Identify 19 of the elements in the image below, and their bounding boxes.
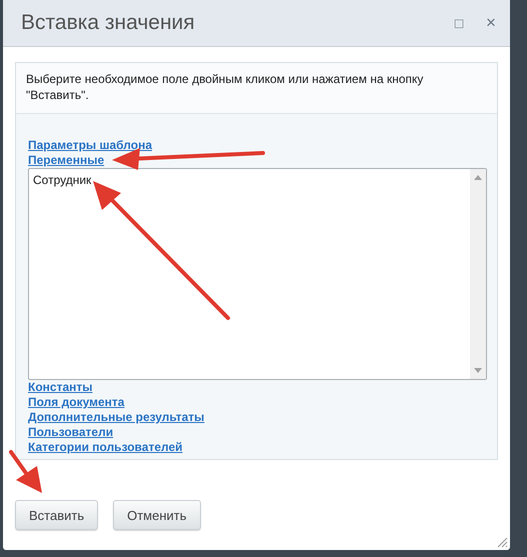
list-item[interactable]: Сотрудник: [33, 173, 466, 188]
group-link[interactable]: Константы: [28, 380, 92, 395]
close-button[interactable]: ×: [478, 13, 504, 33]
value-list[interactable]: Сотрудник: [28, 168, 487, 380]
hint-text: Выберите необходимое поле двойным кликом или нажатием на кнопку "Вставить".: [26, 71, 424, 103]
resize-grip-icon[interactable]: [496, 536, 508, 548]
scroll-up-icon[interactable]: [474, 175, 482, 180]
group-link[interactable]: Переменные: [28, 153, 104, 168]
scrollbar[interactable]: [470, 169, 486, 379]
scroll-down-icon[interactable]: [474, 368, 482, 373]
group-link[interactable]: Пользователи: [28, 425, 114, 440]
group-link[interactable]: Параметры шаблона: [28, 138, 152, 153]
cancel-button[interactable]: Отменить: [113, 500, 201, 530]
group-link[interactable]: Поля документа: [28, 395, 124, 410]
group-link[interactable]: Дополнительные результаты: [28, 410, 204, 425]
insert-button[interactable]: Вставить: [15, 500, 98, 530]
maximize-button[interactable]: □: [446, 15, 472, 31]
group-link[interactable]: Категории пользователей: [28, 440, 183, 455]
window-title: Вставка значения: [21, 11, 196, 35]
